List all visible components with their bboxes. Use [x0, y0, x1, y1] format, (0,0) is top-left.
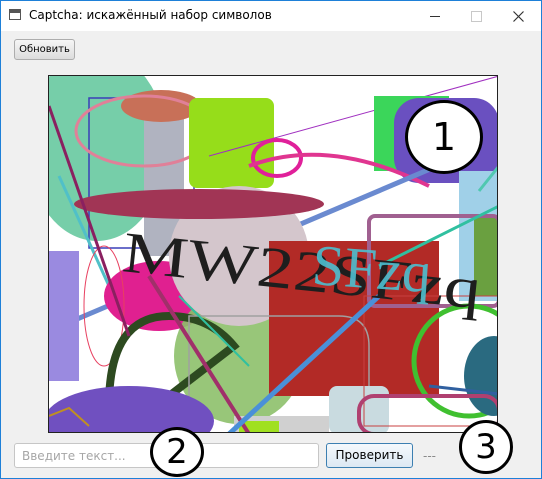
result-text: ---: [423, 449, 436, 463]
maximize-button[interactable]: [456, 1, 496, 31]
title-bar[interactable]: Captcha: искажённый набор символов: [1, 1, 541, 31]
minimize-icon: [430, 15, 440, 17]
close-icon: [512, 10, 524, 22]
annotation-marker-1: 1: [405, 100, 483, 174]
annotation-marker-2: 2: [150, 427, 204, 477]
app-window-icon: [9, 9, 21, 20]
annotation-marker-3: 3: [459, 420, 513, 474]
captcha-text-overlay: SFzq: [310, 232, 434, 305]
close-button[interactable]: [498, 1, 538, 31]
minimize-button[interactable]: [415, 1, 455, 31]
window-title: Captcha: искажённый набор символов: [29, 8, 272, 22]
refresh-button[interactable]: Обновить: [14, 39, 75, 60]
maximize-icon: [470, 10, 482, 22]
captcha-window: Captcha: искажённый набор символов Обнов…: [0, 0, 542, 479]
check-button[interactable]: Проверить: [326, 443, 413, 468]
